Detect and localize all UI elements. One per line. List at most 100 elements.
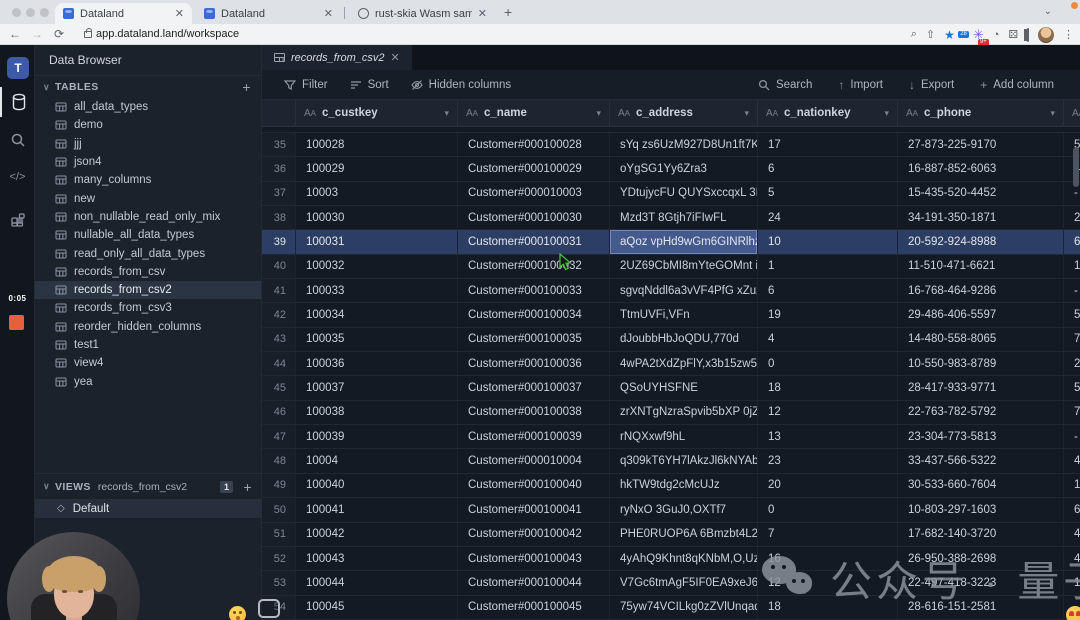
cell-address[interactable]: Mzd3T 8Gtjh7iFIwFL [610,206,758,230]
sidebar-table-item[interactable]: test1 [35,336,261,354]
data-browser-icon[interactable] [0,87,35,117]
cell-custkey[interactable]: 100028 [296,133,458,157]
tab-close-icon[interactable]: ✕ [324,7,333,20]
url-text[interactable]: app.dataland.land/workspace [96,28,239,40]
cell-custkey[interactable]: 100033 [296,279,458,303]
sidebar-table-item[interactable]: demo [35,116,261,134]
cell-custkey[interactable]: 100029 [296,157,458,181]
sidebar-table-item[interactable]: read_only_all_data_types [35,244,261,262]
cell-clipped[interactable]: 2 [1064,352,1080,375]
cell-nationkey[interactable]: 4 [758,327,898,352]
column-header-c_custkey[interactable]: AA c_custkey ▾ [296,100,458,126]
cell-name[interactable]: Customer#000100028 [458,133,610,157]
table-row[interactable]: 42 100034 Customer#000100034 TtmUVFi,VFn 19 2… [262,303,1080,328]
table-row[interactable]: 48 10004 Customer#000010004 q309kT6YH7lAkzJ… [262,449,1080,474]
cell-address[interactable]: YDtujycFU QUYSxccqxL 3R l... [610,181,758,206]
table-row[interactable]: 44 100036 Customer#000100036 4wPA2tXdZpFlY,… [262,352,1080,377]
column-header-c_nationkey[interactable]: AA c_nationkey ▾ [758,100,898,126]
cell-custkey[interactable]: 100035 [296,327,458,352]
recording-stop-button[interactable] [9,315,24,330]
sidebar-view-item[interactable]: ◇ Default [35,499,262,518]
views-section-header[interactable]: ∨ VIEWS records_from_csv2 1 + [35,473,262,499]
cell-address[interactable]: hkTW9tdg2cMcUJz [610,473,758,498]
cell-phone[interactable]: 16-887-852-6063 [898,157,1064,181]
cell-clipped[interactable]: 4 [1064,523,1080,546]
browser-tab-dataland-2[interactable]: Dataland ✕ [196,3,341,24]
cell-address[interactable]: aQoz vpHd9wGm6GINRlhz6... [610,230,758,254]
privacy-icon[interactable]: ◔ [993,29,1000,41]
cell-nationkey[interactable]: 0 [758,352,898,376]
cell-name[interactable]: Customer#000100031 [458,230,610,254]
row-number[interactable]: 41 [262,279,296,303]
cell-custkey[interactable]: 100043 [296,546,458,571]
cell-name[interactable]: Customer#000100044 [458,571,610,595]
filter-button[interactable]: Filter [284,79,328,91]
window-close-button[interactable] [12,8,21,17]
cell-nationkey[interactable]: 6 [758,157,898,181]
column-menu-caret-icon[interactable]: ▾ [444,108,449,119]
table-row[interactable]: 50 100041 Customer#000100041 ryNxO 3GuJ0,OX… [262,498,1080,523]
cell-nationkey[interactable]: 12 [758,400,898,425]
cell-address[interactable]: 2UZ69CbMI8mYteGOMnt icjft [610,254,758,279]
refresh-icon[interactable]: ⟳ [48,27,70,41]
search-button[interactable]: Search [758,78,812,92]
table-row[interactable]: 39 100031 Customer#000100031 aQoz vpHd9wGm6… [262,230,1080,255]
cell-address[interactable]: PHE0RUOP6A 6Bmzbt4L23R... [610,522,758,546]
cell-clipped[interactable]: - [1064,279,1080,302]
cell-nationkey[interactable]: 10 [758,230,898,254]
table-row[interactable]: 38 100030 Customer#000100030 Mzd3T 8Gtjh7iF… [262,206,1080,231]
sidebar-table-item[interactable]: json4 [35,153,261,171]
table-row[interactable]: 45 100037 Customer#000100037 QSoUYHSFNE 18 28… [262,376,1080,401]
cell-custkey[interactable]: 100045 [296,595,458,619]
cell-name[interactable]: Customer#000100033 [458,279,610,303]
extension-2-icon[interactable]: ✳ 9+ [973,27,989,46]
cell-phone[interactable]: 16-768-464-9286 [898,279,1064,303]
window-maximize-button[interactable] [40,8,49,17]
row-number[interactable]: 37 [262,181,296,206]
column-header-c_name[interactable]: AA c_name ▾ [458,100,610,126]
hidden-columns-button[interactable]: Hidden columns [410,79,511,91]
tab-search-chevron-icon[interactable]: ⌄ [1044,6,1052,17]
extensions-puzzle-icon[interactable]: ⚄ [1008,28,1018,41]
cell-name[interactable]: Customer#000100036 [458,352,610,376]
cell-phone[interactable]: 14-480-558-8065 [898,327,1064,352]
sidebar-table-item[interactable]: records_from_csv2 [35,280,261,300]
document-tab[interactable]: records_from_csv2 ✕ [262,45,412,70]
row-number[interactable]: 45 [262,376,296,400]
cell-clipped[interactable]: 2 [1064,206,1080,229]
cell-custkey[interactable]: 100044 [296,571,458,595]
cell-phone[interactable]: 10-550-983-8789 [898,352,1064,376]
table-row[interactable]: 40 100032 Customer#000100032 2UZ69CbMI8mYte… [262,254,1080,280]
cell-nationkey[interactable]: 1 [758,254,898,279]
cell-nationkey[interactable]: 6 [758,279,898,303]
cell-clipped[interactable]: 5 [1064,376,1080,399]
menu-dots-icon[interactable]: ⋮ [1063,28,1074,41]
cell-address[interactable]: 4wPA2tXdZpFlY,x3b15zw5W... [610,352,758,376]
cell-name[interactable]: Customer#000100037 [458,376,610,400]
sidebar-table-item[interactable]: records_from_csv3 [35,299,261,317]
cell-phone[interactable]: 27-873-225-9170 [898,133,1064,157]
cell-name[interactable]: Customer#000100041 [458,498,610,522]
cell-address[interactable]: q309kT6YH7lAkzJl6kNYAbF... [610,449,758,473]
cell-name[interactable]: Customer#000100034 [458,303,610,327]
sidebar-table-item[interactable]: jjj [35,135,261,153]
cell-clipped[interactable]: 6 [1064,498,1080,521]
row-number[interactable]: 43 [262,327,296,352]
cell-name[interactable]: Customer#000100030 [458,206,610,230]
comment-bubble-icon[interactable] [258,599,280,618]
cell-address[interactable]: dJoubbHbJoQDU,770d [610,327,758,352]
sidebar-table-item[interactable]: all_data_types [35,98,261,116]
cell-address[interactable]: sYq zs6UzM927D8Un1ft7KA... [610,133,758,157]
table-row[interactable]: 36 100029 Customer#000100029 oYgSG1Yy6Zra3 6… [262,157,1080,182]
add-view-button[interactable]: + [243,479,252,495]
cell-custkey[interactable]: 100032 [296,254,458,279]
cell-name[interactable]: Customer#000010003 [458,181,610,206]
column-menu-caret-icon[interactable]: ▾ [596,108,601,119]
share-icon[interactable]: ⇧ [926,28,935,41]
cell-phone[interactable]: 22-763-782-5792 [898,400,1064,425]
code-icon[interactable]: </> [0,162,35,192]
cell-address[interactable]: zrXNTgNzraSpvib5bXP 0jZAa... [610,400,758,425]
vertical-scrollbar-thumb[interactable] [1073,147,1079,187]
zoom-search-icon[interactable]: ⌕ [911,28,917,41]
cell-name[interactable]: Customer#000100038 [458,400,610,425]
